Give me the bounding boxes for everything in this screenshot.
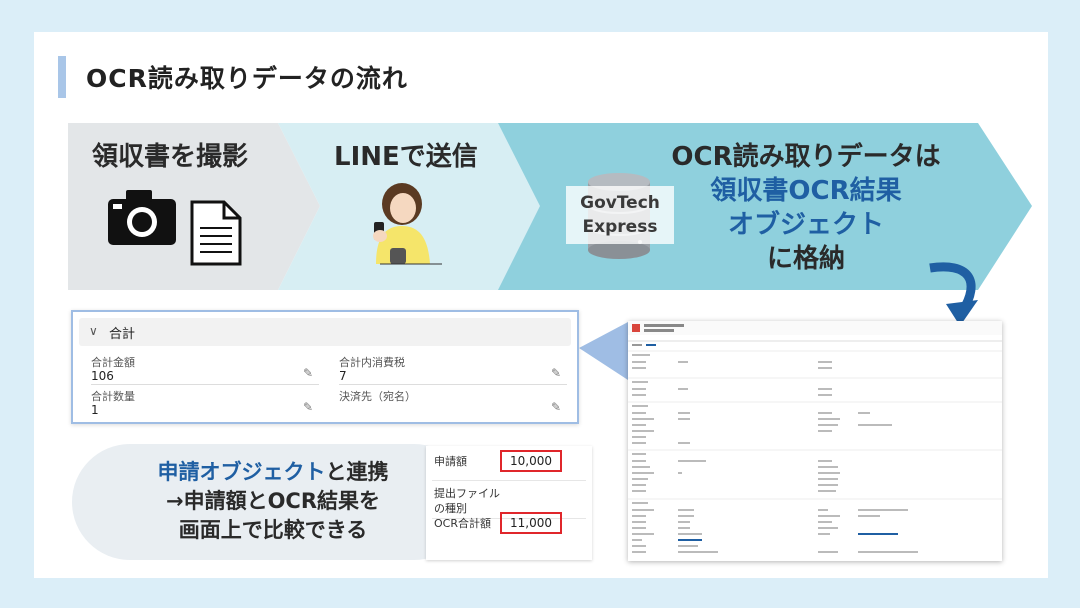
callout-line2: →申請額とOCR結果を (165, 489, 381, 513)
document-icon (190, 200, 242, 266)
step1-label: 領収書を撮影 (92, 142, 249, 172)
edit-pencil-icon[interactable]: ✎ (303, 400, 313, 414)
field-value: 106 (91, 369, 114, 383)
summary-panel: ∨ 合計 合計金額 106 ✎ 合計内消費税 7 ✎ 合計数量 1 ✎ 決済先（… (71, 310, 579, 424)
panel-section-header[interactable]: ∨ 合計 (79, 318, 571, 346)
step3-line2: 領収書OCR結果 (710, 176, 902, 206)
chevron-down-icon[interactable]: ∨ (89, 324, 98, 338)
file-type-label-1: 提出ファイル (434, 487, 500, 500)
step3-line4: に格納 (766, 244, 845, 274)
callout-line1-rest: と連携 (325, 460, 389, 484)
edit-pencil-icon[interactable]: ✎ (303, 366, 313, 380)
step3-text: OCR読み取りデータは 領収書OCR結果 オブジェクト に格納 (650, 140, 962, 276)
edit-pencil-icon[interactable]: ✎ (551, 366, 561, 380)
field-value: 1 (91, 403, 99, 417)
compare-panel: 申請額 10,000 提出ファイル の種別 OCR合計額 11,000 (426, 446, 592, 560)
file-type-label-2: の種別 (434, 502, 467, 515)
field-label: 決済先（宛名） (339, 390, 416, 403)
camera-icon (108, 190, 176, 245)
ocr-total-label: OCR合計額 (434, 517, 491, 530)
application-amount-value: 10,000 (500, 450, 562, 472)
application-amount-label: 申請額 (434, 455, 467, 468)
step2-label: LINEで送信 (334, 142, 478, 172)
ocr-record-screenshot (628, 321, 1002, 561)
field-label: 合計金額 (91, 356, 135, 369)
edit-pencil-icon[interactable]: ✎ (551, 400, 561, 414)
callout-highlight: 申請オブジェクト (157, 460, 326, 484)
callout-line3: 画面上で比較できる (178, 518, 368, 542)
callout-text: 申請オブジェクトと連携 →申請額とOCR結果を 画面上で比較できる (108, 458, 438, 545)
panel-section-title: 合計 (109, 327, 136, 342)
record-screenshot-image (628, 321, 1002, 553)
pointer-triangle (579, 322, 628, 380)
ocr-total-value: 11,000 (500, 512, 562, 534)
field-value: 7 (339, 369, 347, 383)
step3-line1: OCR読み取りデータは (671, 142, 941, 172)
field-label: 合計数量 (91, 390, 135, 403)
step3-line3: オブジェクト (727, 210, 884, 240)
person-with-phone-icon (373, 183, 442, 265)
field-label: 合計内消費税 (339, 356, 405, 369)
